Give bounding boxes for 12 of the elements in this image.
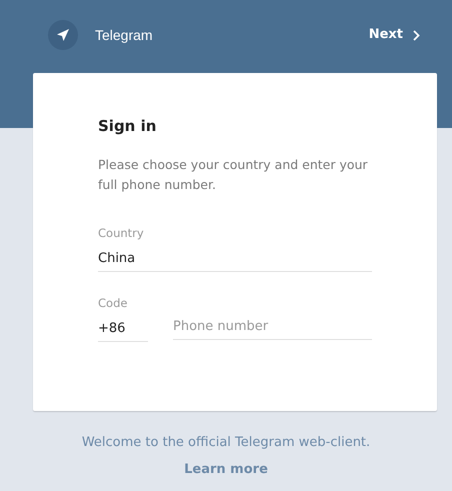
- field-label: Country: [98, 224, 145, 242]
- card-title: Sign in: [98, 116, 158, 137]
- phone-field[interactable]: Phone number: [173, 314, 372, 340]
- code-field[interactable]: +86: [98, 316, 148, 342]
- country-field[interactable]: China: [98, 246, 372, 272]
- chevron-right-icon: [413, 30, 420, 40]
- field-label: Code: [98, 294, 128, 312]
- next-button[interactable]: Next: [368, 20, 420, 50]
- paper-plane-icon: [48, 20, 78, 50]
- card-description: Please choose your country and enter your full phone number.: [98, 156, 369, 194]
- app-title: Telegram: [95, 26, 153, 45]
- welcome-text: Welcome to the official Telegram web-client.: [82, 434, 370, 452]
